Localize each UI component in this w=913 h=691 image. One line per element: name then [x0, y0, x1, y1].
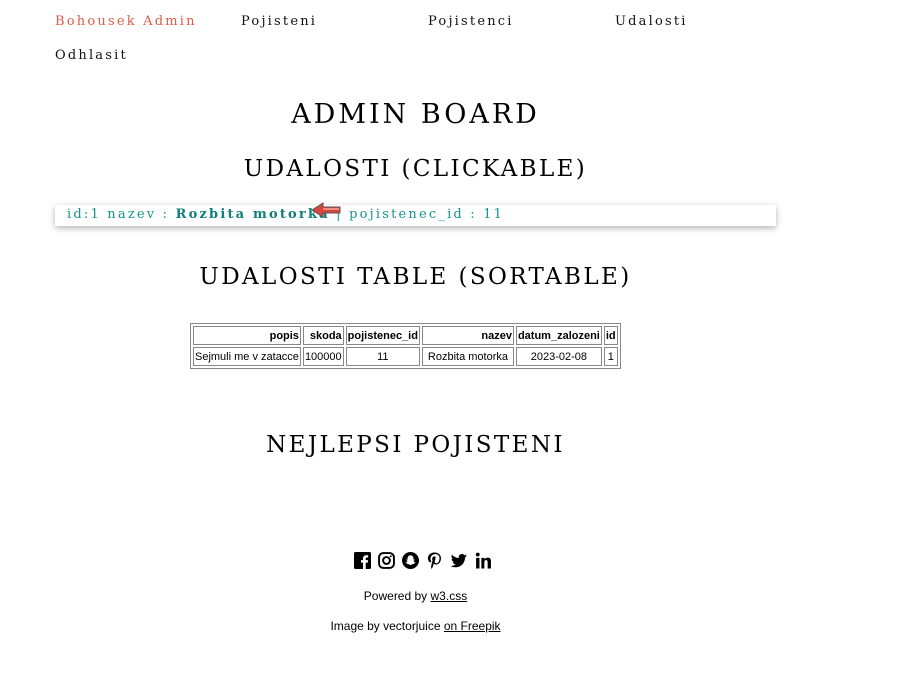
- freepik-link[interactable]: on Freepik: [444, 619, 501, 633]
- pinterest-icon[interactable]: [426, 552, 443, 569]
- clickable-section-heading: UDALOSTI (CLICKABLE): [243, 156, 588, 182]
- column-header-pojistenec-id[interactable]: pojistenec_id: [345, 326, 420, 345]
- powered-by-text: Powered by: [363, 589, 428, 603]
- cell-skoda: 100000: [302, 347, 344, 366]
- event-pojistenec-value: 11: [483, 207, 505, 222]
- event-card-text: id:1 nazev : Rozbita motorka | pojistene…: [67, 207, 504, 222]
- events-table: popis skoda pojistenec_id nazev datum_za…: [190, 323, 621, 369]
- facebook-icon[interactable]: [354, 552, 371, 569]
- nav-logout-link[interactable]: Odhlasit: [55, 48, 128, 63]
- pointer-arrow-icon: [311, 202, 341, 218]
- table-header-row: popis skoda pojistenec_id nazev datum_za…: [193, 326, 618, 345]
- social-links: [354, 552, 495, 570]
- nav-item-pojistenci[interactable]: Pojistenci: [428, 14, 514, 29]
- nav-item-pojisteni[interactable]: Pojisteni: [241, 14, 317, 29]
- column-header-skoda[interactable]: skoda: [302, 326, 344, 345]
- page: Bohousek Admin Pojisteni Pojistenci Udal…: [0, 0, 913, 691]
- twitter-icon[interactable]: [450, 552, 468, 569]
- column-header-id[interactable]: id: [603, 326, 618, 345]
- powered-by-line: Powered by w3.css: [0, 589, 831, 603]
- events-table-wrapper: popis skoda pojistenec_id nazev datum_za…: [190, 323, 621, 369]
- image-credit-line: Image by vectorjuice on Freepik: [0, 619, 831, 633]
- cell-id: 1: [603, 347, 618, 366]
- event-nazev-label: nazev :: [107, 207, 170, 222]
- event-pojistenec-label: pojistenec_id :: [349, 207, 477, 222]
- linkedin-icon[interactable]: [475, 552, 492, 569]
- event-card[interactable]: id:1 nazev : Rozbita motorka | pojistene…: [55, 202, 776, 226]
- event-id-value: 1: [90, 207, 101, 222]
- w3css-link[interactable]: w3.css: [431, 589, 468, 603]
- cell-pojistenec-id: 11: [345, 347, 420, 366]
- snapchat-icon[interactable]: [402, 552, 419, 569]
- cell-datum-zalozeni: 2023-02-08: [515, 347, 602, 366]
- column-header-popis[interactable]: popis: [193, 326, 301, 345]
- image-credit-text: Image by vectorjuice: [330, 619, 441, 633]
- column-header-nazev[interactable]: nazev: [421, 326, 514, 345]
- instagram-icon[interactable]: [378, 552, 395, 569]
- event-nazev-value: Rozbita motorka: [175, 207, 330, 222]
- cell-nazev: Rozbita motorka: [421, 347, 514, 366]
- nav-item-udalosti[interactable]: Udalosti: [615, 14, 688, 29]
- best-insurance-heading: NEJLEPSI POJISTENI: [266, 432, 565, 458]
- cell-popis: Sejmuli me v zatacce: [193, 347, 301, 366]
- table-section-heading: UDALOSTI TABLE (SORTABLE): [199, 264, 632, 290]
- column-header-datum-zalozeni[interactable]: datum_zalozeni: [515, 326, 602, 345]
- page-title: ADMIN BOARD: [291, 99, 540, 130]
- table-row: Sejmuli me v zatacce 100000 11 Rozbita m…: [193, 347, 618, 366]
- nav-brand-link[interactable]: Bohousek Admin: [55, 14, 197, 29]
- event-id-label: id:: [67, 207, 91, 222]
